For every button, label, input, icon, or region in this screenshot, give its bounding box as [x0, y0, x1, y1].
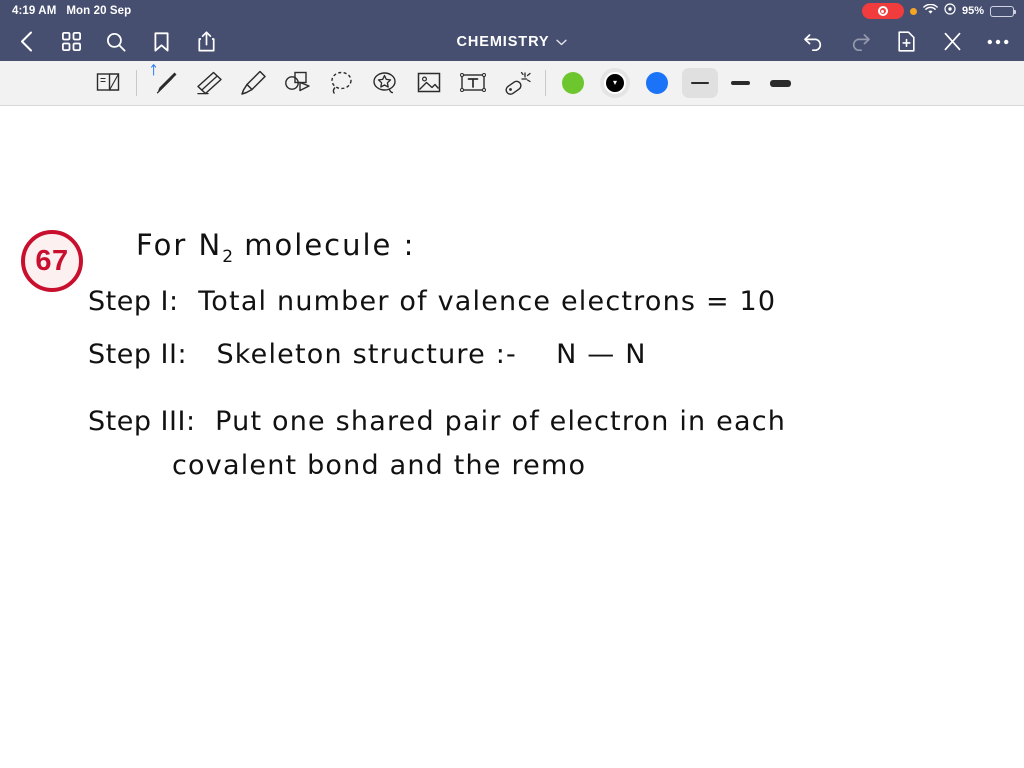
text-box-tool[interactable]: [451, 63, 495, 103]
chevron-down-icon[interactable]: [556, 34, 568, 50]
highlighter-tool[interactable]: [231, 63, 275, 103]
thick-line-icon: [769, 79, 791, 87]
page-flip-tool[interactable]: [86, 63, 130, 103]
microphone-in-use-dot-icon: [909, 7, 917, 15]
stroke-width-medium[interactable]: [722, 68, 758, 98]
stroke-width-thin[interactable]: [682, 68, 718, 98]
stroke-width-thick[interactable]: [762, 68, 798, 98]
status-date: Mon 20 Sep: [66, 5, 132, 17]
step-3-text: Put one shared pair of electron in each: [215, 406, 787, 437]
pen-tool[interactable]: ᛏ: [143, 63, 187, 103]
nav-left-group: [14, 30, 218, 54]
image-tool[interactable]: [407, 63, 451, 103]
skeleton-structure-formula: N — N: [556, 339, 647, 370]
battery-icon: [990, 5, 1016, 17]
bluetooth-icon: ᛏ: [150, 63, 158, 77]
handwriting-line-step-3-continued: covalent bond and the remo: [172, 450, 586, 481]
undo-button[interactable]: [802, 30, 826, 54]
battery-percentage: 95%: [961, 5, 984, 17]
handwriting-title-prefix: For N: [136, 228, 223, 262]
handwriting-title-subscript: 2: [222, 246, 234, 267]
bookmark-button[interactable]: [149, 30, 173, 54]
step-3-label: Step III:: [88, 406, 196, 437]
toolbar-divider-colors: [545, 70, 546, 96]
step-3-continued-text: covalent bond and the remo: [172, 450, 587, 481]
lasso-tool[interactable]: [319, 63, 363, 103]
pages-grid-button[interactable]: [59, 30, 83, 54]
eraser-tool[interactable]: [187, 63, 231, 103]
step-1-text: Total number of valence electrons = 10: [198, 286, 777, 317]
toolbar-divider: [136, 70, 137, 96]
more-options-button[interactable]: [986, 30, 1010, 54]
share-button[interactable]: [194, 30, 218, 54]
handwriting-title: For N2 molecule :: [136, 228, 415, 267]
handwriting-line-step-1: Step I: Total number of valence electron…: [88, 286, 776, 317]
color-swatch-blue[interactable]: [636, 63, 678, 103]
note-title-text: CHEMISTRY: [456, 33, 550, 50]
step-1-label: Step I:: [88, 286, 179, 317]
close-button[interactable]: [940, 30, 964, 54]
black-circle-selected-icon: ▾: [600, 68, 630, 98]
chevron-down-icon: ▾: [612, 77, 617, 87]
redo-button[interactable]: [848, 30, 872, 54]
nav-right-group: [802, 30, 1010, 54]
blue-circle-icon: [646, 72, 668, 94]
note-canvas[interactable]: 67 For N2 molecule : Step I: Total numbe…: [0, 106, 1024, 768]
status-bar: 4:19 AM Mon 20 Sep 95%: [0, 0, 1024, 22]
status-time: 4:19 AM: [12, 5, 57, 17]
add-page-button[interactable]: [894, 30, 918, 54]
shapes-tool[interactable]: [275, 63, 319, 103]
medium-line-icon: [730, 81, 750, 85]
navigation-bar: CHEMISTRY: [0, 22, 1024, 61]
drawing-toolbar: ᛏ ▾: [0, 61, 1024, 106]
back-button[interactable]: [14, 30, 38, 54]
status-bar-left: 4:19 AM Mon 20 Sep: [12, 5, 131, 17]
handwriting-line-step-3: Step III: Put one shared pair of electro…: [88, 406, 786, 437]
step-2-text: Skeleton structure :-: [216, 339, 517, 370]
search-button[interactable]: [104, 30, 128, 54]
green-circle-icon: [562, 72, 584, 94]
step-2-label: Step II:: [88, 339, 188, 370]
handwriting-title-suffix: molecule :: [233, 228, 416, 262]
handwriting-line-step-2: Step II: Skeleton structure :- N — N: [88, 339, 647, 370]
color-swatch-black[interactable]: ▾: [594, 63, 636, 103]
magic-wand-tool[interactable]: [495, 63, 539, 103]
wifi-icon: [923, 2, 938, 20]
status-bar-right: 95%: [861, 2, 1016, 20]
color-swatch-green[interactable]: [552, 63, 594, 103]
record-indicator-icon: [861, 3, 904, 19]
thin-line-icon: [691, 81, 709, 85]
sticker-tool[interactable]: [363, 63, 407, 103]
do-not-disturb-icon: [944, 2, 956, 20]
question-number-badge: 67: [21, 230, 83, 292]
